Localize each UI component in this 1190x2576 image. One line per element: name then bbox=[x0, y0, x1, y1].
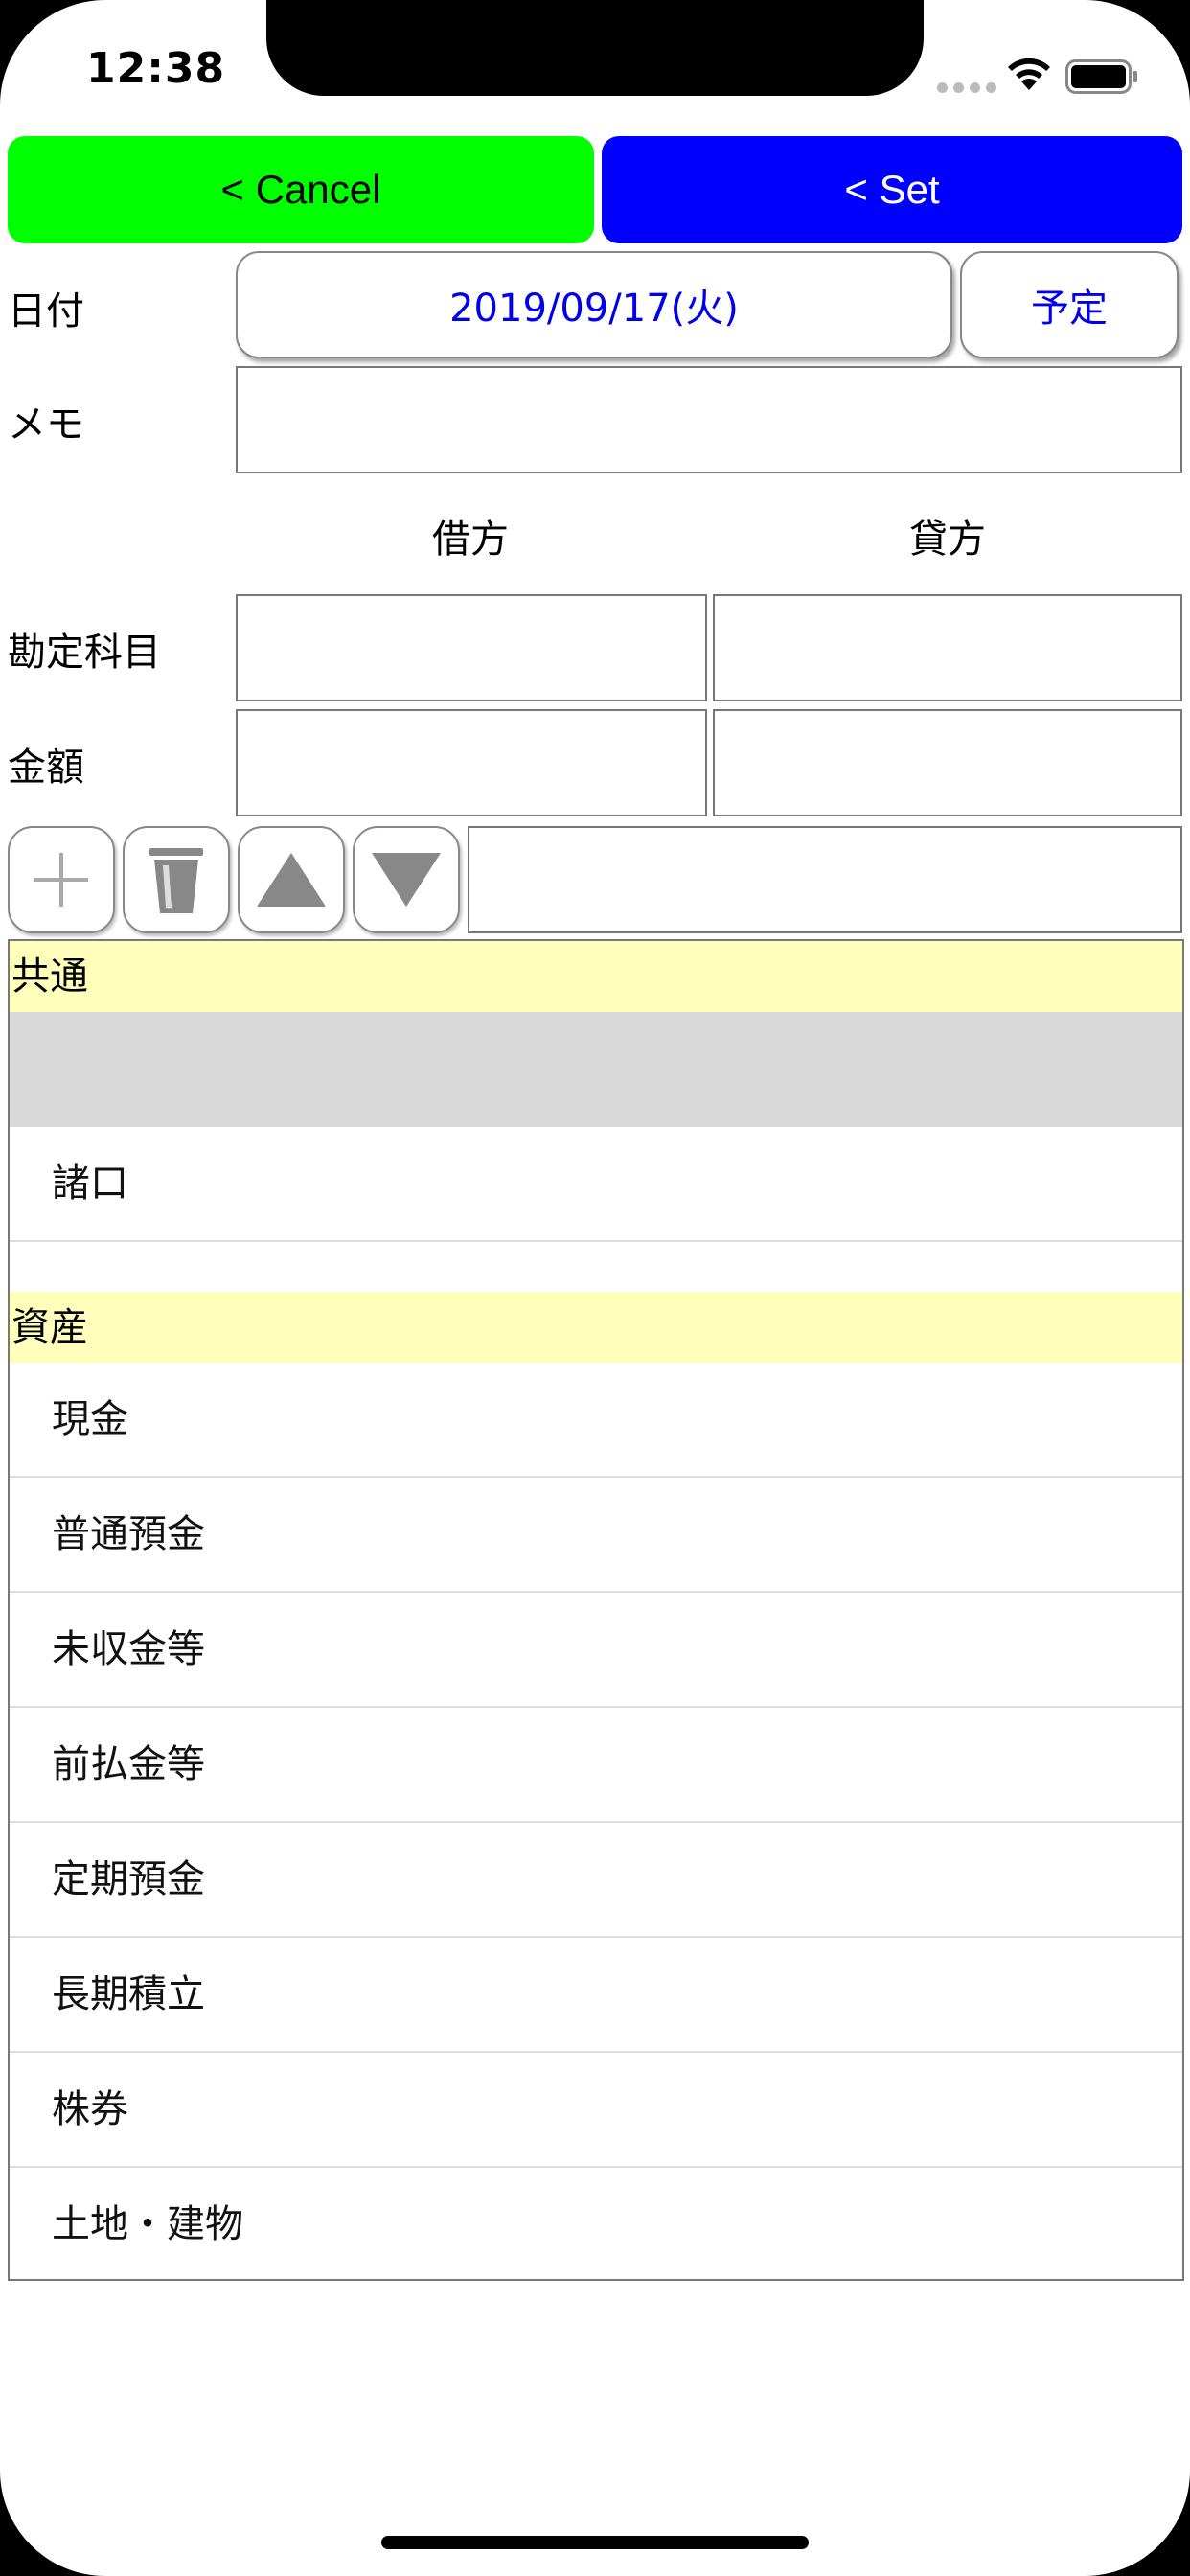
wifi-icon bbox=[1008, 58, 1050, 90]
phone-screen: 12:38 < Cancel < Set 日付 2019/09/17(火) 予定… bbox=[0, 0, 1190, 2576]
list-item[interactable]: 普通預金 bbox=[10, 1478, 1182, 1593]
date-label: 日付 bbox=[8, 289, 84, 334]
status-time: 12:38 bbox=[86, 44, 226, 93]
move-down-button[interactable] bbox=[353, 826, 460, 933]
schedule-button[interactable]: 予定 bbox=[960, 251, 1179, 358]
list-item[interactable]: 株券 bbox=[10, 2053, 1182, 2168]
list-item[interactable]: 諸口 bbox=[10, 1127, 1182, 1242]
debit-header: 借方 bbox=[432, 518, 509, 562]
list-item[interactable]: 未収金等 bbox=[10, 1593, 1182, 1708]
device-notch bbox=[266, 0, 924, 96]
cellular-signal-icon bbox=[937, 79, 1002, 97]
section-header-assets: 資産 bbox=[10, 1292, 1182, 1363]
battery-icon bbox=[1065, 59, 1137, 94]
search-input[interactable] bbox=[468, 826, 1182, 933]
credit-header: 貸方 bbox=[909, 518, 986, 562]
list-item[interactable]: 長期積立 bbox=[10, 1938, 1182, 2053]
list-item[interactable]: 現金 bbox=[10, 1363, 1182, 1478]
amount-label: 金額 bbox=[8, 746, 84, 790]
delete-button[interactable] bbox=[123, 826, 230, 933]
move-up-button[interactable] bbox=[238, 826, 345, 933]
debit-account-field[interactable] bbox=[236, 594, 707, 702]
triangle-up-icon bbox=[257, 853, 326, 907]
credit-account-field[interactable] bbox=[713, 594, 1182, 702]
memo-label: メモ bbox=[8, 402, 84, 447]
home-indicator[interactable] bbox=[381, 2536, 809, 2549]
account-list[interactable]: 共通 諸口 資産 現金 普通預金 未収金等 前払金等 定期預金 長期積立 株券 … bbox=[8, 939, 1184, 2281]
list-item[interactable]: 定期預金 bbox=[10, 1823, 1182, 1938]
memo-input[interactable] bbox=[236, 366, 1182, 473]
set-button[interactable]: < Set bbox=[602, 136, 1182, 243]
list-item[interactable]: 土地・建物 bbox=[10, 2168, 1182, 2279]
date-picker-button[interactable]: 2019/09/17(火) bbox=[236, 251, 952, 358]
add-button[interactable] bbox=[8, 826, 115, 933]
account-label: 勘定科目 bbox=[8, 631, 161, 675]
trash-icon bbox=[149, 848, 203, 913]
triangle-down-icon bbox=[372, 853, 441, 907]
cancel-button[interactable]: < Cancel bbox=[8, 136, 594, 243]
plus-icon bbox=[34, 853, 88, 907]
debit-amount-field[interactable] bbox=[236, 709, 707, 816]
list-item[interactable] bbox=[10, 1012, 1182, 1127]
credit-amount-field[interactable] bbox=[713, 709, 1182, 816]
section-header-common: 共通 bbox=[10, 941, 1182, 1012]
list-item[interactable]: 前払金等 bbox=[10, 1708, 1182, 1823]
